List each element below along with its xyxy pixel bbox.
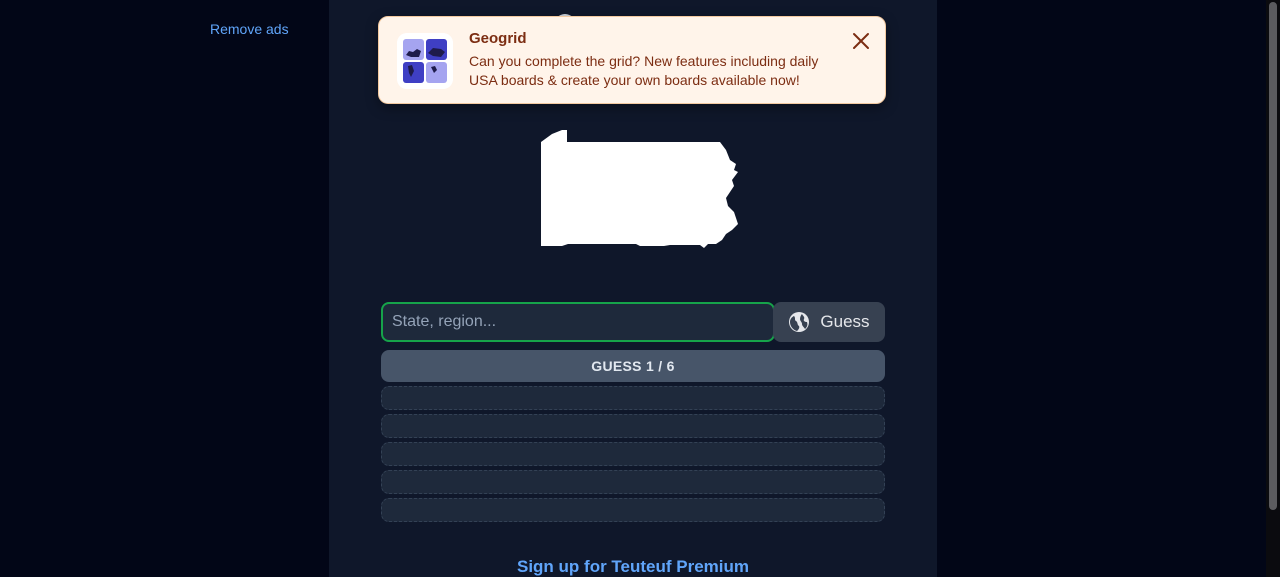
close-icon[interactable] <box>849 29 873 53</box>
guess-slot <box>381 498 885 522</box>
geogrid-notification[interactable]: Geogrid Can you complete the grid? New f… <box>378 16 886 104</box>
notification-message: Can you complete the grid? New features … <box>469 53 819 88</box>
guess-slot <box>381 442 885 466</box>
premium-signup-link[interactable]: Sign up for Teuteuf Premium <box>329 557 937 577</box>
guess-slot <box>381 470 885 494</box>
guess-slot <box>381 386 885 410</box>
guess-button[interactable]: Guess <box>773 302 885 342</box>
scrollbar-thumb[interactable] <box>1269 2 1277 510</box>
page: Remove ads Guess GUESS 1 / 6 Sign up <box>0 0 1280 577</box>
guess-slot <box>381 414 885 438</box>
remove-ads-link[interactable]: Remove ads <box>210 21 289 37</box>
notification-title: Geogrid <box>469 30 527 47</box>
geogrid-app-icon <box>397 33 453 89</box>
guess-button-label: Guess <box>820 312 870 331</box>
globe-icon <box>789 312 810 332</box>
scrollbar[interactable] <box>1266 0 1280 577</box>
guess-counter: GUESS 1 / 6 <box>381 350 885 382</box>
state-silhouette <box>541 130 738 248</box>
guess-input[interactable] <box>381 302 775 342</box>
